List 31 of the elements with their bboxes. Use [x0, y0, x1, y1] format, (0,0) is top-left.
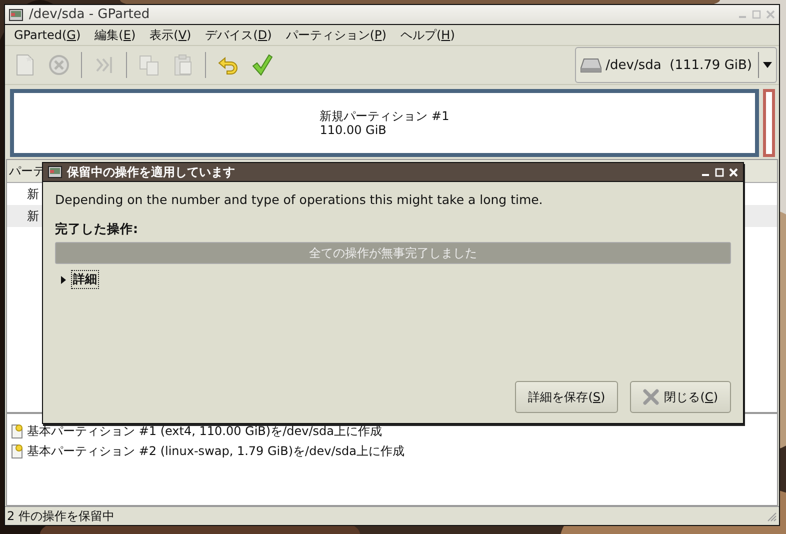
dropdown-arrow-icon — [763, 62, 772, 68]
checkmark-icon[interactable] — [250, 53, 274, 77]
close-icon — [643, 389, 660, 405]
new-partition-icon — [11, 424, 23, 438]
dialog-title: 保留中の操作を適用しています — [67, 164, 236, 180]
app-icon — [9, 8, 23, 20]
expander-arrow-icon[interactable] — [60, 276, 67, 284]
operation-item[interactable]: 基本パーティション #2 (linux-swap, 1.79 GiB)を/dev/sda上に作成 — [27, 442, 404, 460]
partition-block[interactable] — [763, 89, 775, 157]
close-button[interactable]: 閉じる(C) — [630, 381, 731, 413]
progress-text: 全ての操作が無事完了しました — [309, 244, 477, 262]
partition-label: 新規パーティション #1 110.00 GiB — [320, 109, 450, 137]
save-details-button[interactable]: 詳細を保存(S) — [515, 381, 618, 413]
status-text: 2 件の操作を保留中 — [7, 508, 114, 524]
details-expander[interactable]: 詳細 — [71, 270, 99, 289]
app-icon — [48, 166, 62, 178]
partition-block[interactable]: 新規パーティション #1 110.00 GiB — [10, 89, 759, 157]
new-partition-icon — [11, 444, 23, 458]
menu-item[interactable]: 表示(V) — [150, 26, 192, 44]
table-cell: 新 — [27, 186, 39, 202]
section-heading: 完了した操作: — [55, 221, 139, 238]
resize-grip-icon[interactable] — [765, 510, 777, 522]
menu-item[interactable]: ヘルプ(H) — [400, 26, 455, 44]
menu-item[interactable]: 編集(E) — [94, 26, 136, 44]
message-text: Depending on the number and type of operations this might take a long time. — [55, 192, 544, 207]
menu-item[interactable]: GParted(G) — [14, 28, 81, 42]
menu-item[interactable]: デバイス(D) — [205, 26, 272, 44]
device-dropdown[interactable]: /dev/sda (111.79 GiB) — [574, 47, 777, 83]
window-title: /dev/sda - GParted — [29, 7, 151, 22]
table-cell: 新 — [27, 208, 39, 224]
menu-item[interactable]: パーティション(P) — [286, 26, 386, 44]
